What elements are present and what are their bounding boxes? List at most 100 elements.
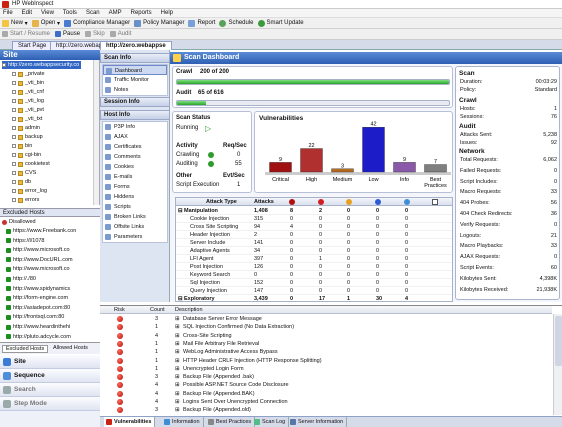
tab-best-practices[interactable]: Best Practices [206, 417, 256, 427]
vulnerability-row[interactable]: 1 ⊞ Mail File Arbitrary File Retrieval [100, 340, 552, 348]
excluded-host-item[interactable]: http://pluto.adcycle.com [6, 333, 71, 341]
scan-info-traffic-monitor[interactable]: Traffic Monitor [103, 75, 167, 85]
host-info-item[interactable]: Scripts [103, 202, 167, 212]
tab-vulnerabilities[interactable]: Vulnerabilities [104, 417, 156, 427]
vuln-bar-info[interactable] [393, 162, 416, 173]
scan-info-header[interactable]: Scan Info [100, 53, 170, 63]
host-info-item[interactable]: Certificates [103, 142, 167, 152]
expand-icon[interactable]: ⊞ [175, 365, 180, 373]
attack-table-row[interactable]: Post Injection 126 0 0 0 0 0 [176, 263, 452, 271]
excluded-host-item[interactable]: https://l/1078 [6, 237, 45, 245]
menu-amp[interactable]: AMP [109, 10, 122, 16]
menu-reports[interactable]: Reports [131, 10, 152, 16]
attack-table-row[interactable]: Cross Site Scripting 94 4 0 0 0 0 [176, 223, 452, 231]
tab-server-information[interactable]: Server Information [288, 417, 348, 427]
nav-step-mode[interactable]: Step Mode [0, 397, 100, 411]
tab-allowed-hosts[interactable]: Allowed Hosts [50, 345, 91, 351]
attack-table-row[interactable]: Sql Injection 152 0 0 0 0 0 [176, 279, 452, 287]
tab-information[interactable]: Information [162, 417, 204, 427]
report-button[interactable]: Report [188, 19, 215, 27]
expand-icon[interactable]: ⊞ [175, 381, 180, 389]
menu-edit[interactable]: Edit [22, 10, 32, 16]
excluded-host-item[interactable]: https://www.Freebank.con [6, 227, 76, 235]
schedule-button[interactable]: Schedule [219, 19, 254, 27]
tree-item[interactable]: _vti_pvt [12, 106, 44, 114]
nav-search[interactable]: Search [0, 383, 100, 397]
excluded-host-item[interactable]: http://frontsql.com:80 [6, 313, 64, 321]
expand-icon[interactable]: ⊞ [175, 406, 180, 414]
tree-item[interactable]: _private [12, 70, 45, 78]
scan-info-notes[interactable]: Notes [103, 85, 167, 95]
tab-start-page[interactable]: Start Page [12, 41, 53, 50]
compliance-manager-button[interactable]: Compliance Manager [64, 19, 130, 27]
host-info-item[interactable]: Comments [103, 152, 167, 162]
policy-manager-button[interactable]: Policy Manager [134, 19, 184, 27]
site-tree-scrollbar[interactable] [93, 60, 99, 205]
tab-scan-2[interactable]: http://zero.webappse [100, 41, 172, 50]
expand-icon[interactable]: ⊞ [175, 348, 180, 356]
col-count[interactable]: Count [150, 306, 165, 314]
excluded-host-item[interactable]: http://www.microsoft.co [6, 246, 70, 254]
tree-item[interactable]: bin [12, 142, 32, 150]
host-info-item[interactable]: Hiddens [103, 192, 167, 202]
host-info-item[interactable]: Offsite Links [103, 222, 167, 232]
attack-table-row[interactable]: Cookie Injection 315 0 0 0 0 0 [176, 215, 452, 223]
tab-scan-log[interactable]: Scan Log [252, 417, 290, 427]
host-info-item[interactable]: Cookies [103, 162, 167, 172]
collapse-icon[interactable]: ⊟ [178, 207, 183, 215]
col-description[interactable]: Description [175, 306, 203, 314]
vulnerability-row[interactable]: 3 ⊞ Backup File (Appended.old) [100, 406, 552, 414]
expand-icon[interactable]: ⊞ [175, 357, 180, 365]
smart-update-button[interactable]: Smart Update [257, 19, 304, 27]
vuln-bar-low[interactable] [362, 126, 385, 173]
vulnerability-row[interactable]: 1 ⊞ WebLog Administrative Access Bypass [100, 348, 552, 356]
vuln-bar-critical[interactable] [269, 162, 292, 173]
nav-sequence[interactable]: Sequence [0, 369, 100, 383]
col-attacks[interactable]: Attacks [254, 198, 274, 206]
vulnerability-row[interactable]: 1 ⊞ Unencrypted Login Form [100, 365, 552, 373]
tree-item[interactable]: CVS [12, 169, 36, 177]
menu-scan[interactable]: Scan [86, 10, 100, 16]
vulnerability-row[interactable]: 4 ⊞ Cross-Site Scripting [100, 332, 552, 340]
attack-table-row[interactable]: ⊟ Manipulation 1,408 8 2 0 0 0 [176, 207, 452, 215]
host-info-header[interactable]: Host Info [100, 110, 170, 120]
excluded-host-item[interactable]: http://www.heardinthehi [6, 323, 70, 331]
tab-excluded-hosts[interactable]: Excluded Hosts [2, 345, 49, 353]
expand-icon[interactable]: ⊞ [175, 340, 180, 348]
disallowed-group[interactable]: Disallowed [2, 218, 36, 226]
tree-item[interactable]: _vti_log [12, 97, 44, 105]
open-button[interactable]: Open ▾ [31, 19, 60, 27]
audit-button[interactable]: Audit [109, 31, 131, 37]
vulnerability-row[interactable]: 4 ⊞ Logins Sent Over Unencrypted Connectio… [100, 398, 552, 406]
vulnerability-row[interactable]: 3 ⊞ Backup File (Appended .bak) [100, 373, 552, 381]
attack-table-row[interactable]: ⊟ Exploratory 3,439 0 17 1 30 4 [176, 295, 452, 301]
host-info-item[interactable]: AJAX [103, 132, 167, 142]
excluded-host-item[interactable]: http://www.microsoft.co [6, 265, 70, 273]
session-info-header[interactable]: Session Info [100, 97, 170, 107]
vulnerability-row[interactable]: 4 ⊞ Backup File (Appended.BAK) [100, 390, 552, 398]
tree-item[interactable]: cookietest [12, 160, 50, 168]
vulnerability-row[interactable]: 1 ⊞ HTTP Header CRLF Injection (HTTP Respo… [100, 357, 552, 365]
collapse-icon[interactable]: ⊟ [178, 295, 183, 301]
tree-item[interactable]: admin [12, 124, 40, 132]
expand-icon[interactable]: ⊞ [175, 323, 180, 331]
tree-item[interactable]: _vti_cnf [12, 88, 44, 96]
host-info-item[interactable]: Parameters [103, 232, 167, 242]
skip-button[interactable]: Skip [85, 31, 105, 37]
tree-root[interactable]: http://zero.webappsecurity.co [2, 61, 82, 69]
expand-icon[interactable]: ⊞ [175, 373, 180, 381]
host-info-item[interactable]: P3P Info [103, 122, 167, 132]
expand-icon[interactable]: ⊞ [175, 315, 180, 323]
tree-item[interactable]: cgi-bin [12, 151, 41, 159]
excluded-host-item[interactable]: http://asiadepot.com:80 [6, 304, 70, 312]
col-attack-type[interactable]: Attack Type [206, 198, 237, 206]
vulnerability-row[interactable]: 4 ⊞ Possible ASP.NET Source Code Disclosur… [100, 381, 552, 389]
expand-icon[interactable]: ⊞ [175, 398, 180, 406]
tree-item[interactable]: backup [12, 133, 43, 141]
vuln-bar-high[interactable] [300, 148, 323, 173]
nav-site[interactable]: Site [0, 355, 100, 369]
excluded-host-item[interactable]: http://www.spidynamics [6, 285, 70, 293]
attack-table-row[interactable]: Keyword Search 0 0 0 0 0 0 [176, 271, 452, 279]
host-info-item[interactable]: E-mails [103, 172, 167, 182]
attack-table-row[interactable]: Query Injection 147 0 0 0 0 0 [176, 287, 452, 295]
